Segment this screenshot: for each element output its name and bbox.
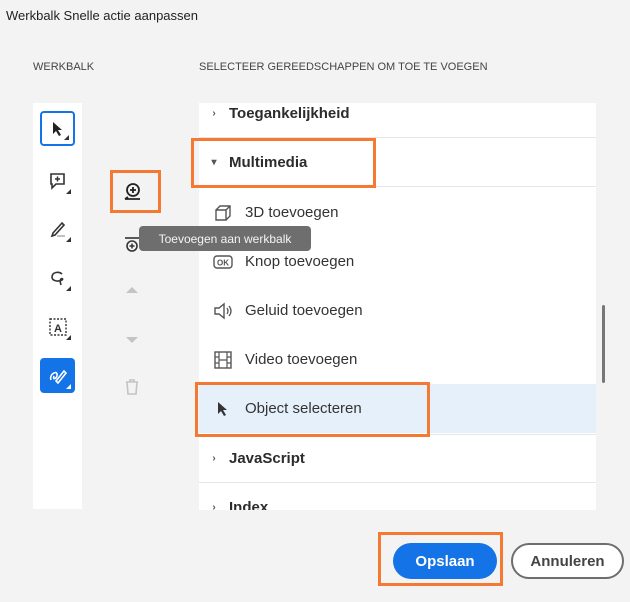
tools-header: SELECTEER GEREEDSCHAPPEN OM TOE TE VOEGE…: [199, 61, 488, 73]
move-up-button[interactable]: [117, 275, 147, 305]
speaker-icon: [214, 302, 232, 319]
window-title: Werkbalk Snelle actie aanpassen: [6, 8, 198, 23]
group-label: Toegankelijkheid: [229, 104, 350, 122]
group-label: Index: [229, 498, 269, 511]
item-label: 3D toevoegen: [245, 204, 339, 221]
triangle-down-icon: [126, 337, 138, 343]
move-down-button[interactable]: [117, 325, 147, 355]
tooltip: Toevoegen aan werkbalk: [139, 226, 311, 251]
cube-icon: [215, 204, 231, 221]
toolbar-header: WERKBALK: [33, 61, 95, 73]
lasso-icon: [50, 271, 63, 285]
cursor-icon: [52, 121, 62, 136]
chevron-right-icon: ›: [212, 107, 216, 119]
list-item-sound[interactable]: Geluid toevoegen: [199, 286, 596, 335]
group-label: JavaScript: [229, 450, 305, 467]
toolbar-select-tool[interactable]: [40, 111, 75, 146]
group-index[interactable]: › Index: [199, 483, 596, 511]
group-javascript[interactable]: › JavaScript: [199, 434, 596, 483]
film-icon: [214, 350, 232, 369]
group-accessibility[interactable]: › Toegankelijkheid: [199, 103, 596, 138]
item-label: Knop toevoegen: [245, 253, 355, 270]
svg-text:A: A: [54, 323, 62, 335]
signature-icon: [49, 369, 67, 384]
comment-add-icon: [49, 172, 65, 190]
delete-button[interactable]: [117, 372, 147, 402]
toolbar-highlight-tool[interactable]: [40, 211, 75, 246]
chevron-right-icon: ›: [212, 501, 216, 511]
item-label: Geluid toevoegen: [245, 302, 363, 319]
toolbar-panel: A: [33, 103, 82, 509]
chevron-right-icon: ›: [212, 453, 216, 464]
list-scrollbar[interactable]: [602, 305, 605, 383]
toolbar-draw-tool[interactable]: [40, 260, 75, 295]
toolbar-comment-tool[interactable]: [40, 163, 75, 198]
triangle-up-icon: [126, 287, 138, 293]
pen-icon: [50, 221, 65, 237]
list-item-video[interactable]: Video toevoegen: [199, 335, 596, 384]
ok-button-icon: OK: [213, 254, 233, 269]
trash-icon: [126, 379, 138, 395]
text-box-icon: A: [48, 317, 67, 336]
item-label: Video toevoegen: [245, 351, 358, 368]
cancel-button[interactable]: Annuleren: [511, 543, 624, 579]
svg-text:OK: OK: [217, 258, 229, 267]
toolbar-sign-tool[interactable]: [40, 358, 75, 393]
toolbar-text-select-tool[interactable]: A: [40, 309, 75, 344]
